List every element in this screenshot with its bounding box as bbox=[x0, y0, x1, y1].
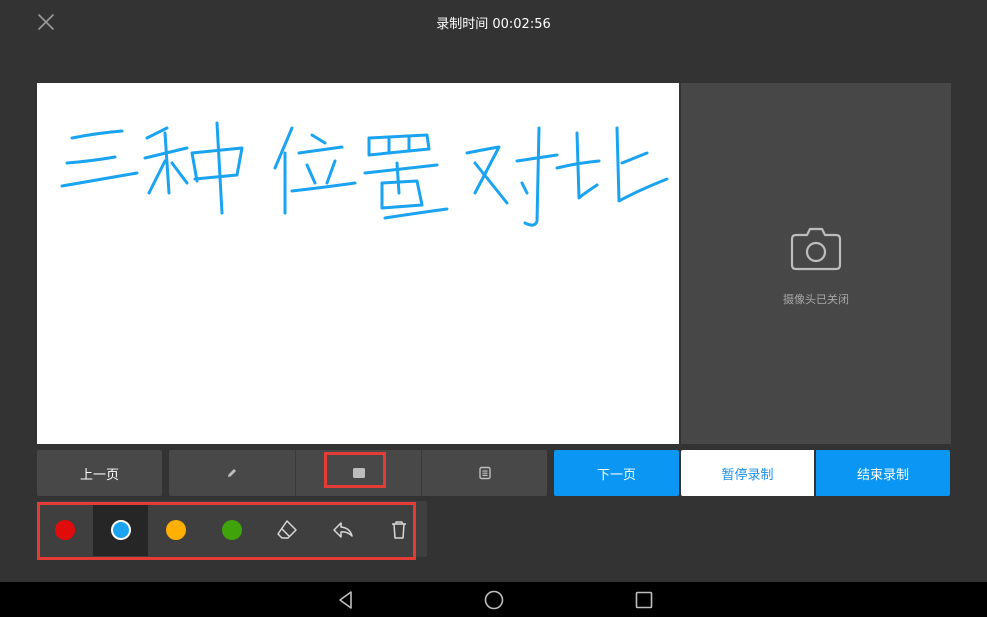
camera-panel: 摄像头已关闭 bbox=[681, 83, 951, 444]
end-recording-button[interactable]: 结束录制 bbox=[816, 450, 950, 496]
toolbar: 上一页 下一页 暂停录制 结束录制 bbox=[0, 450, 987, 496]
prev-page-button[interactable]: 上一页 bbox=[37, 450, 162, 496]
highlight-box-mode bbox=[324, 452, 386, 488]
pause-recording-button[interactable]: 暂停录制 bbox=[681, 450, 814, 496]
pen-mode-button[interactable] bbox=[169, 450, 295, 496]
pen-icon bbox=[228, 469, 236, 477]
handwriting-strokes bbox=[60, 121, 669, 227]
system-navbar bbox=[0, 582, 987, 617]
recording-time-title: 录制时间 00:02:56 bbox=[436, 17, 551, 32]
camera-icon bbox=[790, 225, 842, 273]
whiteboard-canvas[interactable] bbox=[37, 83, 679, 444]
next-page-button[interactable]: 下一页 bbox=[554, 450, 679, 496]
camera-status-text: 摄像头已关闭 bbox=[783, 293, 849, 306]
highlight-box-palette bbox=[37, 502, 416, 560]
recents-icon[interactable] bbox=[634, 590, 654, 610]
list-mode-button[interactable] bbox=[422, 450, 548, 496]
home-icon[interactable] bbox=[484, 590, 504, 610]
list-icon bbox=[479, 466, 491, 480]
back-icon[interactable] bbox=[336, 590, 356, 610]
